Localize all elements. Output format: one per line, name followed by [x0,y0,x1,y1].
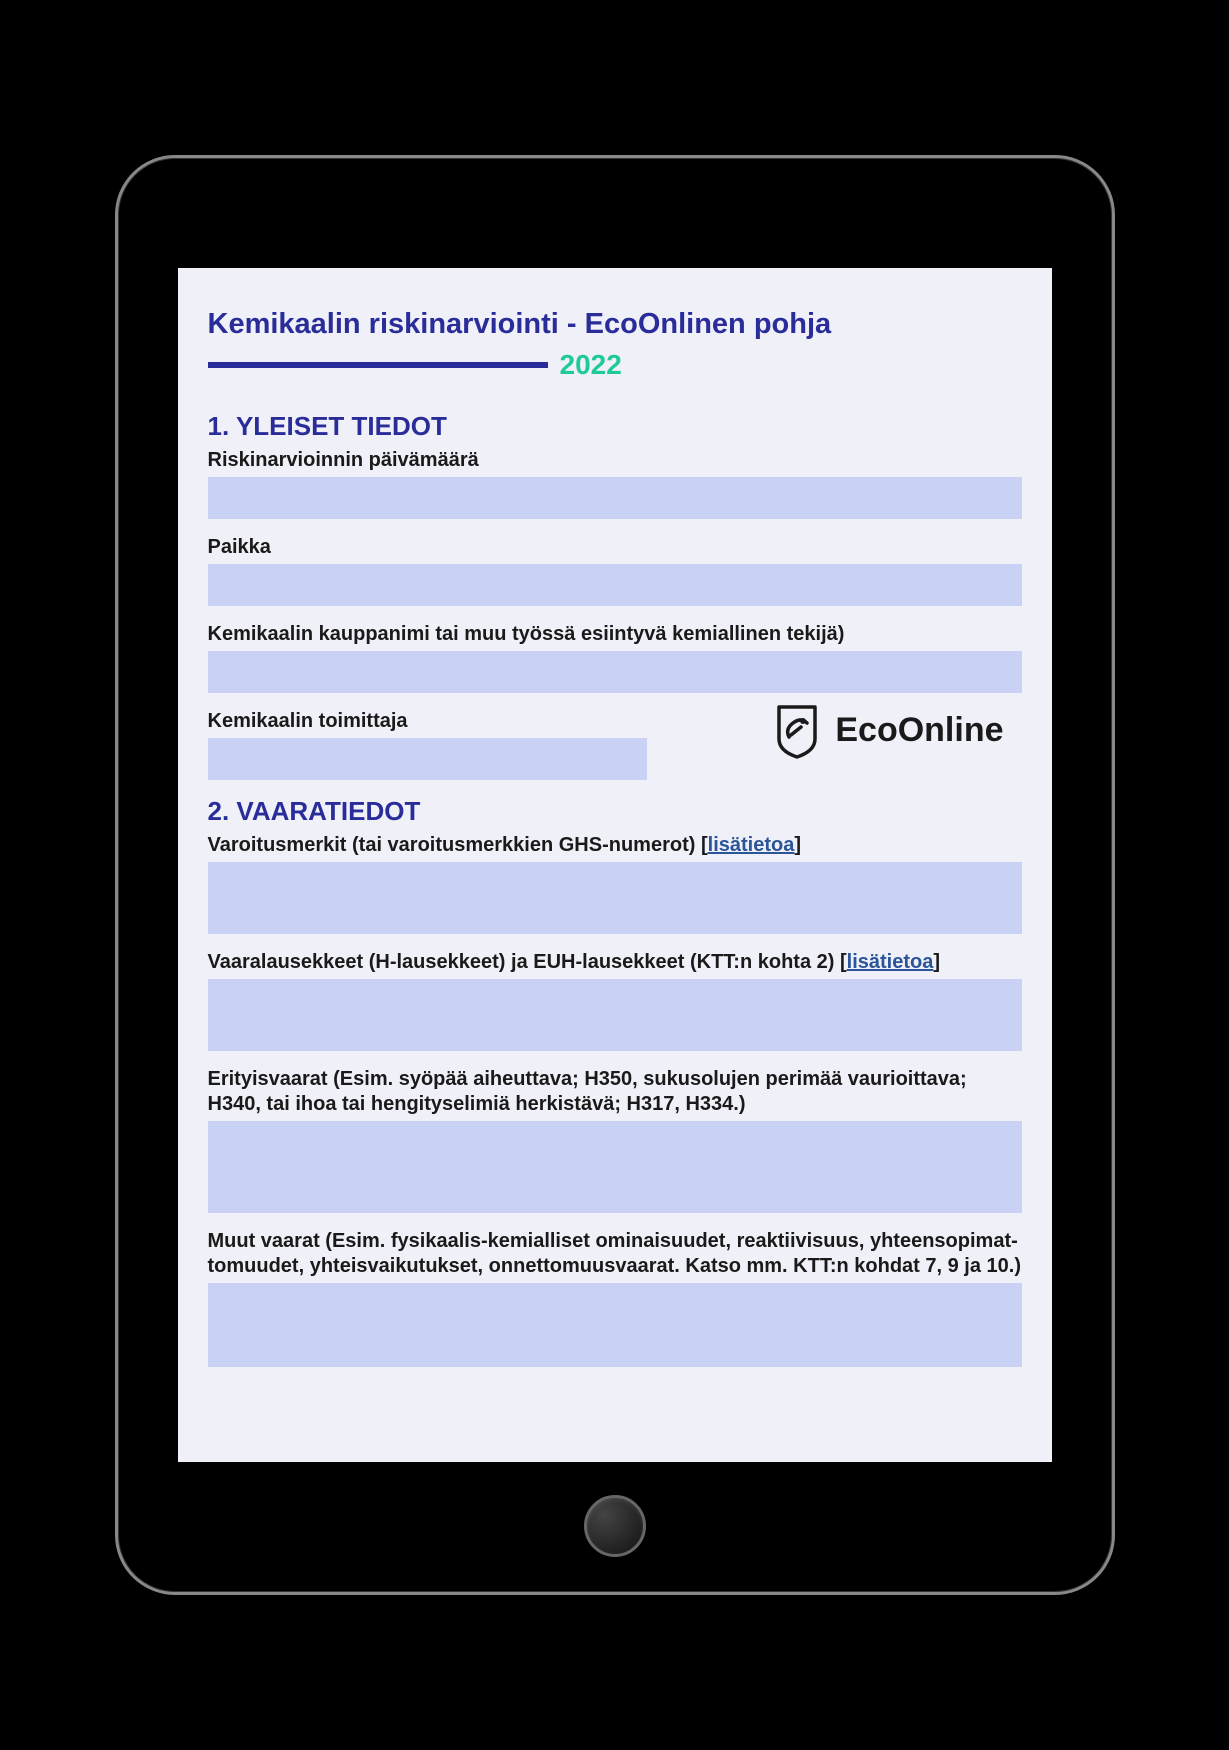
input-warning-signs[interactable] [208,862,1022,934]
label-prefix: Varoitusmerkit (tai varoitusmerkkien GHS… [208,834,708,856]
input-hazard-statements[interactable] [208,979,1022,1051]
link-warning-signs-info[interactable]: lisätietoa [708,834,795,856]
input-date[interactable] [208,477,1022,519]
section-heading-hazards: 2. VAARATIEDOT [208,796,1022,827]
label-suffix: ] [794,834,801,856]
field-group-supplier: Kemikaalin toimittaja EcoOnline [208,709,1022,780]
field-group-warning-signs: Varoitusmerkit (tai varoitusmerkkien GHS… [208,833,1022,934]
field-label-hazard-statements: Vaaralausekkeet (H-lausekkeet) ja EUH-la… [208,950,1022,975]
title-underline [208,362,548,368]
section-heading-general: 1. YLEISET TIEDOT [208,411,1022,442]
field-group-location: Paikka [208,535,1022,606]
label-suffix: ] [933,951,940,973]
input-supplier[interactable] [208,738,648,780]
logo-block: EcoOnline [763,697,1011,763]
field-group-chemical-name: Kemikaalin kauppanimi tai muu työssä esi… [208,622,1022,693]
field-group-date: Riskinarvioinnin päivämäärä [208,448,1022,519]
year-label: 2022 [560,349,622,381]
field-group-special-hazards: Erityisvaarat (Esim. syöpää aiheuttava; … [208,1067,1022,1213]
field-label-date: Riskinarvioinnin päivämäärä [208,448,1022,473]
field-label-special-hazards: Erityisvaarat (Esim. syöpää aiheuttava; … [208,1067,1022,1117]
input-chemical-name[interactable] [208,651,1022,693]
input-special-hazards[interactable] [208,1121,1022,1213]
field-label-warning-signs: Varoitusmerkit (tai varoitusmerkkien GHS… [208,833,1022,858]
tablet-screen: Kemikaalin riskinarviointi - EcoOnlinen … [178,268,1052,1462]
field-group-other-hazards: Muut vaarat (Esim. fysikaalis-kemiallise… [208,1229,1022,1367]
input-location[interactable] [208,564,1022,606]
title-underline-row: 2022 [208,349,1022,381]
field-group-hazard-statements: Vaaralausekkeet (H-lausekkeet) ja EUH-la… [208,950,1022,1051]
input-other-hazards[interactable] [208,1283,1022,1367]
page-title: Kemikaalin riskinarviointi - EcoOnlinen … [208,308,1022,341]
field-label-location: Paikka [208,535,1022,560]
link-hazard-statements-info[interactable]: lisätietoa [847,951,934,973]
label-prefix: Vaaralausekkeet (H-lausekkeet) ja EUH-la… [208,951,847,973]
ecoonline-logo-icon [771,701,823,759]
tablet-home-button[interactable] [584,1495,646,1557]
tablet-device-frame: Kemikaalin riskinarviointi - EcoOnlinen … [115,155,1115,1595]
logo-text: EcoOnline [835,711,1003,750]
field-label-other-hazards: Muut vaarat (Esim. fysikaalis-kemiallise… [208,1229,1022,1279]
field-label-chemical-name: Kemikaalin kauppanimi tai muu työssä esi… [208,622,1022,647]
